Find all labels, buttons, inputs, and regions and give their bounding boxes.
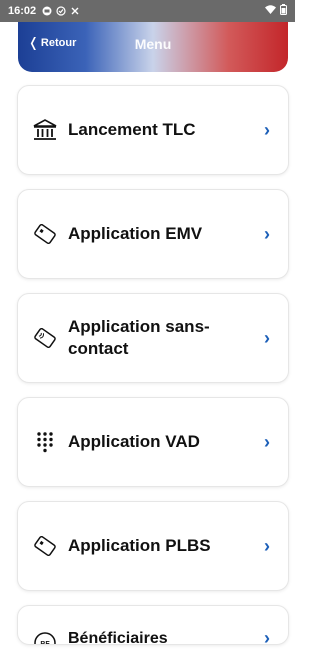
chevron-right-icon: › (264, 327, 270, 348)
contactless-card-icon (32, 325, 58, 351)
status-bar: 16:02 (0, 0, 295, 22)
chevron-right-icon: › (264, 223, 270, 244)
menu-item-label: Lancement TLC (68, 120, 196, 139)
app-header: ❬ Retour Menu (18, 22, 288, 72)
card-icon (32, 533, 58, 559)
blocked-icon (70, 6, 80, 16)
bank-icon (32, 117, 58, 143)
menu-item-application-sans-contact[interactable]: Application sans-contact › (17, 293, 289, 383)
card-icon (32, 221, 58, 247)
menu-item-lancement-tlc[interactable]: Lancement TLC › (17, 85, 289, 175)
svg-text:BF: BF (40, 641, 50, 645)
wifi-icon (265, 5, 276, 17)
menu-item-application-emv[interactable]: Application EMV › (17, 189, 289, 279)
status-time: 16:02 (8, 5, 37, 17)
chevron-right-icon: › (264, 628, 270, 645)
menu-item-application-plbs[interactable]: Application PLBS › (17, 501, 289, 591)
menu-item-label: Application VAD (68, 432, 200, 451)
chevron-right-icon: › (264, 535, 270, 556)
menu-item-label: Application sans-contact (68, 317, 210, 358)
menu-list: Lancement TLC › Application EMV › Applic… (17, 85, 289, 654)
page-title: Menu (134, 36, 172, 52)
check-circle-icon (56, 6, 66, 16)
menu-item-beneficiaires[interactable]: BF Bénéficiaires › (17, 605, 289, 645)
message-icon (42, 6, 52, 16)
chevron-right-icon: › (264, 119, 270, 140)
battery-icon (280, 4, 287, 18)
menu-item-label: Bénéficiaires (68, 630, 168, 645)
menu-item-label: Application PLBS (68, 536, 211, 555)
beneficiary-icon: BF (32, 628, 58, 645)
menu-item-label: Application EMV (68, 224, 203, 243)
menu-item-application-vad[interactable]: Application VAD › (17, 397, 289, 487)
chevron-right-icon: › (264, 431, 270, 452)
keypad-icon (32, 429, 58, 455)
